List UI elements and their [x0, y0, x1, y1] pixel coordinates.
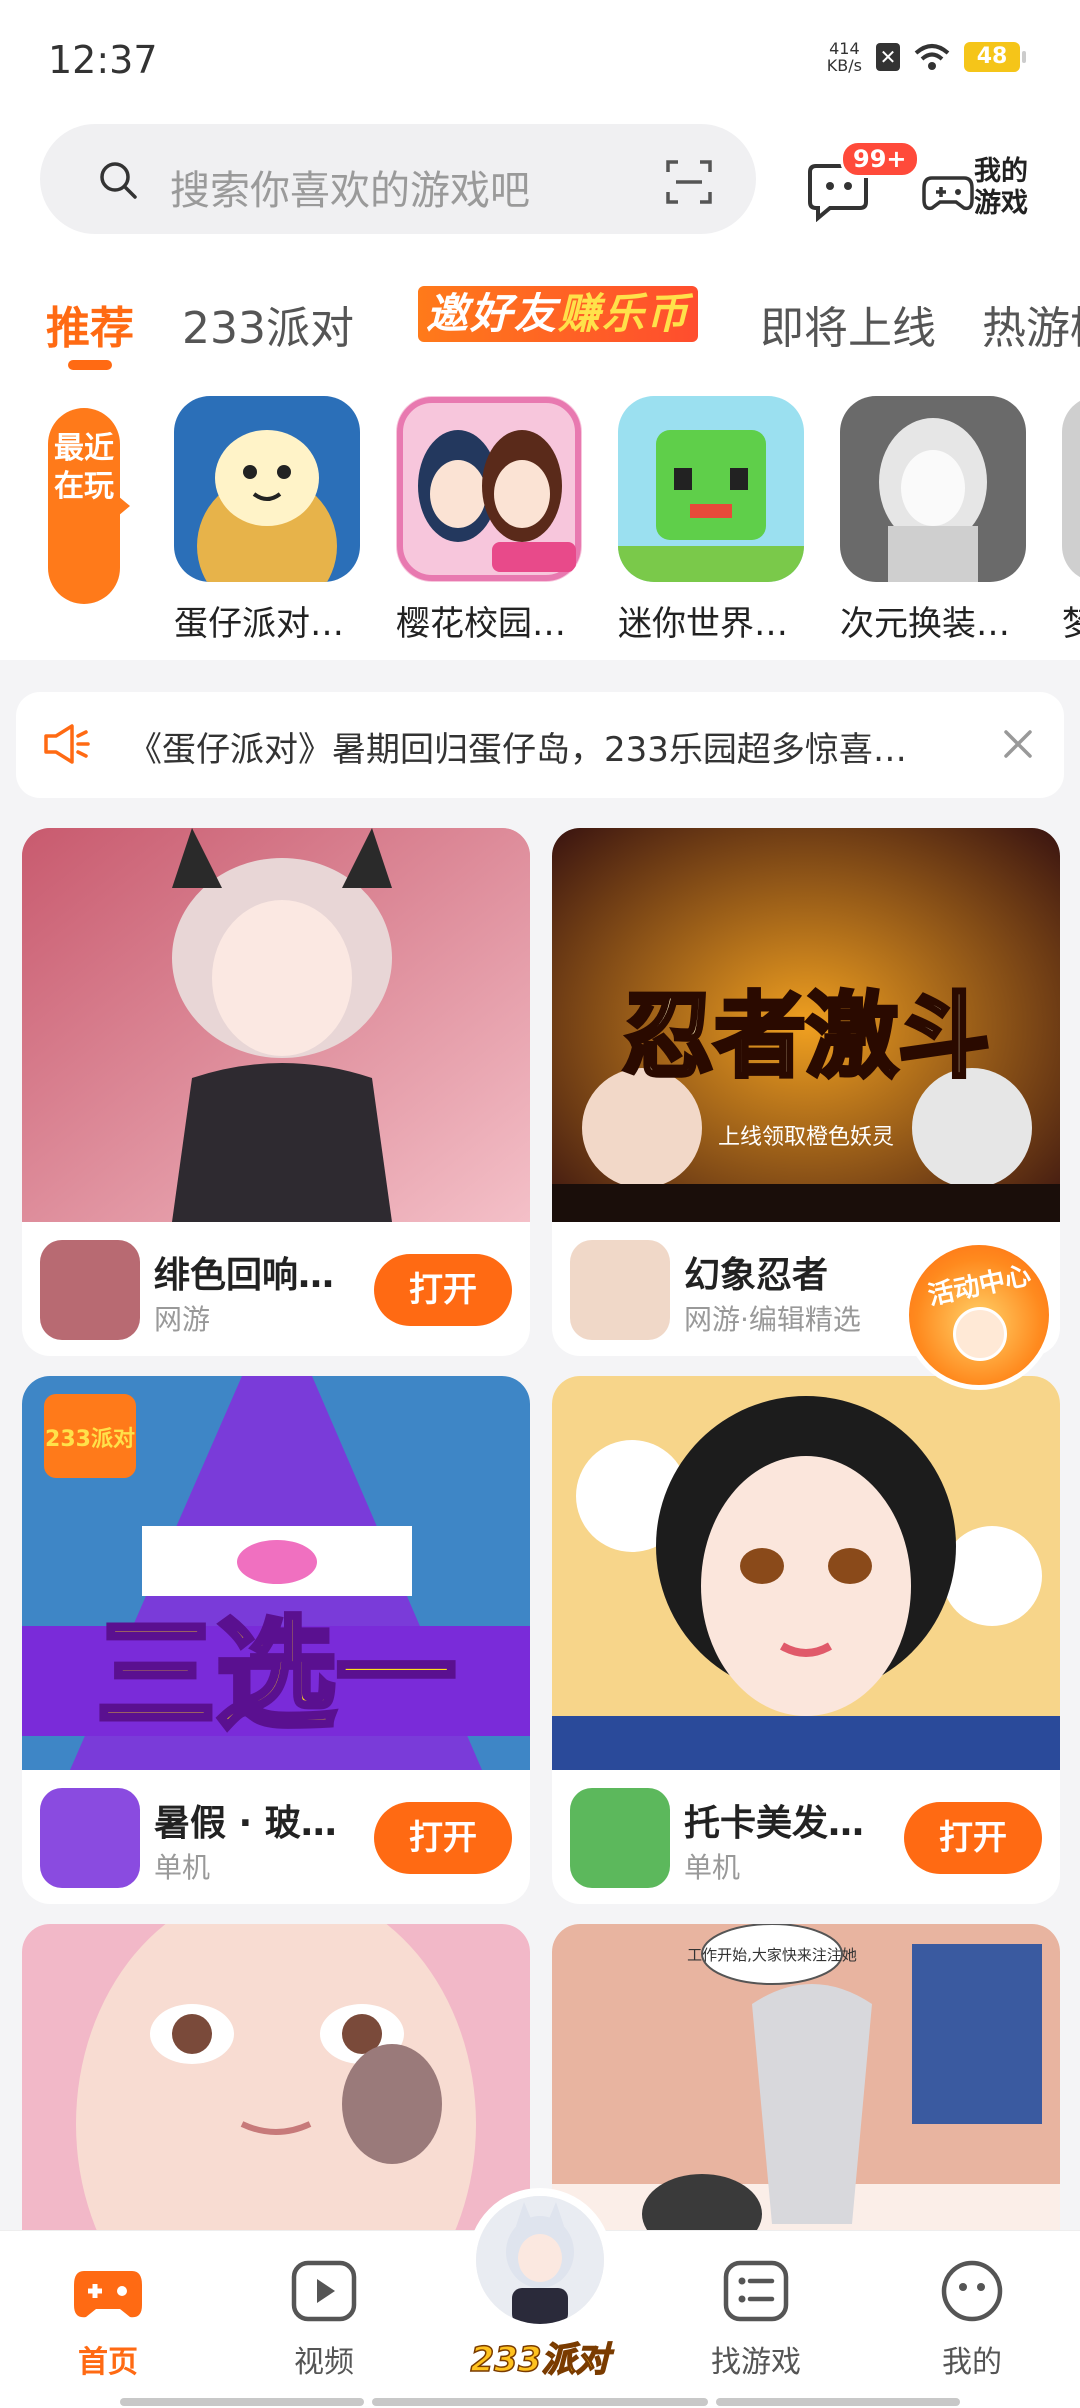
recent-game-name: 蛋仔派对… — [174, 604, 344, 644]
network-speed-unit: KB/s — [826, 56, 862, 75]
promo-part2: 赚乐币 — [558, 289, 691, 338]
announcement-text: 《蛋仔派对》暑期回归蛋仔岛，233乐园超多惊喜… — [128, 730, 907, 770]
profile-face-icon — [941, 2260, 1003, 2322]
tab-recommend[interactable]: 推荐 — [46, 292, 134, 356]
game-card[interactable]: 绯色回响… 网游 打开 — [22, 828, 530, 1356]
recent-game-item[interactable]: 迷你世界… — [618, 396, 804, 645]
recent-game-name: 樱花校园… — [396, 604, 566, 644]
gamepad-icon — [74, 2271, 142, 2318]
recent-game-name: 迷你世界… — [618, 604, 788, 644]
dress-up-icon — [840, 396, 1026, 582]
activity-center-button[interactable]: 活动中心 — [904, 1240, 1054, 1390]
nav-home-label: 首页 — [78, 2345, 138, 2380]
home-indicator — [716, 2398, 960, 2406]
open-button[interactable]: 打开 — [374, 1254, 512, 1326]
home-indicator — [120, 2398, 364, 2406]
game-card[interactable]: 三选一 233派对 暑假 · 玻… 单机 打开 — [22, 1376, 530, 1904]
cover-subtitle: 上线领取橙色妖灵 — [718, 1125, 894, 1150]
close-icon[interactable] — [1000, 726, 1036, 762]
game-title: 暑假 · 玻… — [154, 1803, 337, 1844]
game-title: 托卡美发… — [684, 1803, 865, 1844]
game-cover-image — [22, 828, 530, 1222]
nav-233-party-label: 233派对 — [470, 2339, 610, 2381]
announcement-bar[interactable]: 《蛋仔派对》暑期回归蛋仔岛，233乐园超多惊喜… — [16, 692, 1064, 798]
status-bar: 12:37 414 KB/s ✕ 48 — [0, 0, 1080, 110]
network-speed-value: 414 — [829, 39, 860, 58]
mascot-icon — [953, 1307, 1007, 1361]
party-avatar — [476, 2196, 604, 2324]
game-category: 网游·编辑精选 — [684, 1303, 861, 1336]
megaphone-icon — [44, 724, 90, 764]
status-icons: 414 KB/s ✕ 48 — [827, 40, 1026, 74]
recent-game-item[interactable]: 樱花校园… — [396, 396, 582, 645]
sim-icon: ✕ — [876, 43, 900, 71]
game-card[interactable]: 托卡美发… 单机 打开 — [552, 1376, 1060, 1904]
recent-game-item[interactable]: 梦 — [1062, 396, 1080, 645]
gamepad-icon — [922, 176, 974, 211]
game-category: 网游 — [154, 1303, 211, 1336]
recently-played-tag: 最近在玩 — [48, 408, 130, 604]
game-icon — [1062, 396, 1080, 582]
recent-game-name: 梦 — [1062, 604, 1080, 644]
game-cover-image: 忍者激斗 上线领取橙色妖灵 — [552, 828, 1060, 1222]
search-input[interactable]: 搜索你喜欢的游戏吧 — [40, 124, 756, 234]
tab-233-party[interactable]: 233派对 — [182, 292, 354, 356]
nav-video-label: 视频 — [294, 2345, 354, 2380]
tab-hot-games[interactable]: 热游榜 — [982, 292, 1080, 356]
search-icon — [100, 162, 137, 199]
recent-game-item[interactable]: 次元换装… — [840, 396, 1026, 645]
open-button[interactable]: 打开 — [904, 1802, 1042, 1874]
game-title: 绯色回响… — [154, 1255, 335, 1296]
battery-icon: 48 — [964, 42, 1026, 72]
home-indicator — [372, 2398, 708, 2406]
nav-find-games[interactable]: 找游戏 — [686, 2259, 826, 2381]
nav-233-party[interactable] — [468, 2188, 612, 2332]
game-cover-image: 三选一 233派对 — [22, 1376, 530, 1770]
tab-active-indicator — [68, 360, 112, 370]
wifi-icon — [914, 44, 950, 70]
header: 搜索你喜欢的游戏吧 99+ 我的游戏 — [0, 110, 1080, 250]
scan-icon[interactable] — [666, 160, 712, 204]
promo-part1: 邀好友 — [426, 289, 559, 338]
my-games-label: 我的游戏 — [974, 156, 1028, 219]
game-thumbnail — [570, 1240, 670, 1340]
game-thumbnail — [40, 1788, 140, 1888]
game-thumbnail — [570, 1788, 670, 1888]
messages-button[interactable]: 99+ — [800, 132, 920, 232]
cover-badge: 233派对 — [45, 1427, 135, 1452]
mini-world-icon — [618, 396, 804, 582]
recently-played-row: 最近在玩 蛋仔派对… 樱花校园… 迷你世界… 次元换装… 梦 — [0, 370, 1080, 660]
cover-title: 忍者激斗 — [622, 983, 990, 1090]
game-cover-image — [552, 1376, 1060, 1770]
cover-speech-bubble: 工作开始,大家快来注注她 — [687, 1946, 857, 1964]
recent-game-item[interactable]: 蛋仔派对… — [174, 396, 360, 645]
my-games-button[interactable]: 我的游戏 — [922, 150, 1040, 230]
search-placeholder: 搜索你喜欢的游戏吧 — [170, 168, 530, 214]
nav-home[interactable]: 首页 — [38, 2259, 178, 2381]
message-count-badge: 99+ — [840, 140, 920, 178]
open-button[interactable]: 打开 — [374, 1802, 512, 1874]
nav-find-games-label: 找游戏 — [711, 2345, 801, 2380]
nav-video[interactable]: 视频 — [254, 2259, 394, 2381]
video-play-icon — [291, 2260, 357, 2322]
list-icon — [723, 2260, 789, 2322]
cover-title: 三选一 — [96, 1606, 456, 1745]
egg-party-icon — [174, 396, 360, 582]
game-category: 单机 — [684, 1851, 741, 1884]
game-title: 幻象忍者 — [684, 1255, 829, 1296]
status-time: 12:37 — [48, 38, 158, 82]
tab-coming-soon[interactable]: 即将上线 — [760, 292, 936, 356]
game-category: 单机 — [154, 1851, 211, 1884]
nav-profile-label: 我的 — [942, 2345, 1002, 2380]
category-tabs: 推荐 233派对 邀好友赚乐币 即将上线 热游榜 — [0, 250, 1080, 370]
nav-profile[interactable]: 我的 — [902, 2259, 1042, 2381]
tab-invite-friends-promo[interactable]: 邀好友赚乐币 — [418, 286, 699, 342]
recent-game-name: 次元换装… — [840, 604, 1010, 644]
game-thumbnail — [40, 1240, 140, 1340]
sakura-school-icon — [396, 396, 582, 582]
network-speed: 414 KB/s — [827, 40, 862, 74]
